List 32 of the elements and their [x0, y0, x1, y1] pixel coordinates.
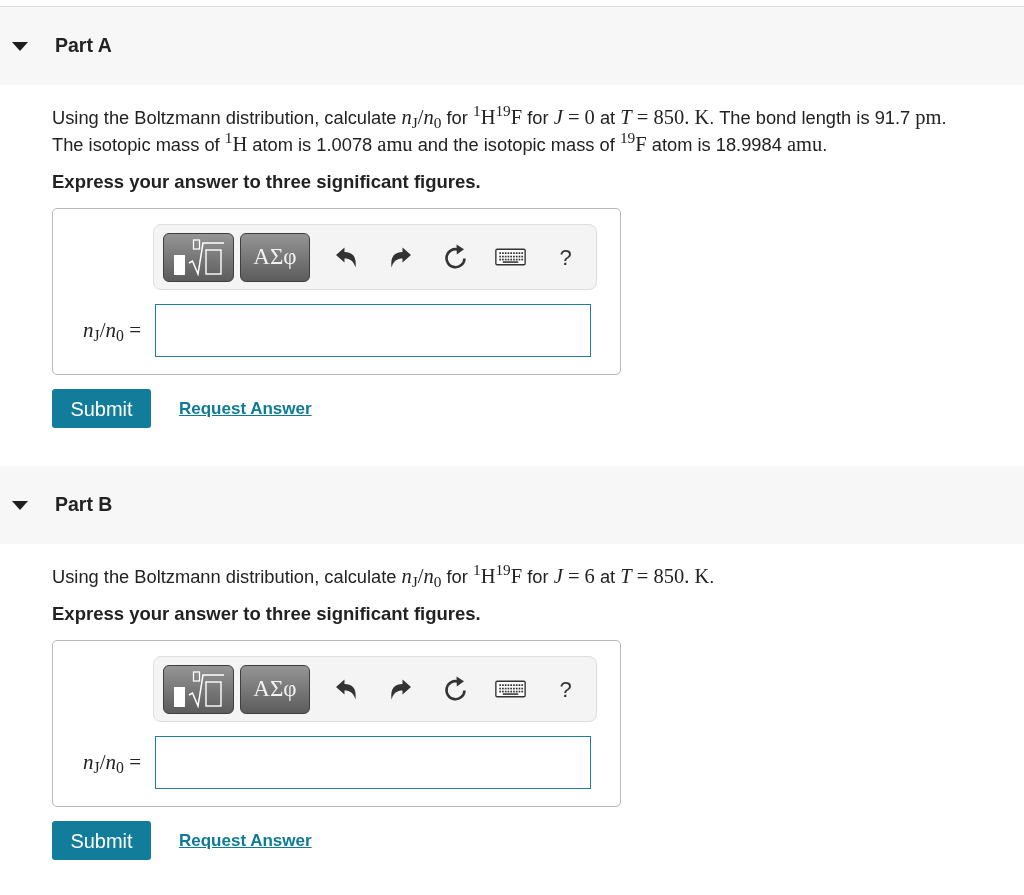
root-template-icon	[172, 670, 225, 708]
keyboard-icon[interactable]	[495, 248, 526, 266]
greek-symbols-button[interactable]: ΑΣφ	[240, 232, 310, 282]
request-answer-link[interactable]: Request Answer	[179, 827, 312, 854]
redo-icon[interactable]	[389, 246, 412, 268]
question-text: Using the Boltzmann distribution, calculate n$_{J}$/n$_{0}$ for $^{1}$H$^{19}$F for J = 0 at T = 850. K. The bond length is 91.7 pm. The isotopic mass of $^{1}$H atom is 1.0078 amu and the isotopic mass of $^{19}$F atom is 18.9984 amu.	[52, 104, 948, 157]
answer-input[interactable]	[155, 736, 591, 789]
answer-input[interactable]	[155, 304, 591, 357]
undo-icon[interactable]	[334, 246, 357, 268]
help-button[interactable]: ?	[555, 672, 576, 706]
caret-icon[interactable]	[12, 41, 28, 51]
root-template-icon	[172, 238, 225, 276]
undo-icon[interactable]	[334, 678, 357, 700]
question-text: Using the Boltzmann distribution, calculate n$_{J}$/n$_{0}$ for $^{1}$H$^{19}$F for J = 6 at T = 850. K.	[52, 563, 716, 590]
submit-button[interactable]: Submit	[52, 389, 151, 428]
caret-icon[interactable]	[12, 500, 28, 510]
answer-label: n$_{J}$/n$_{0}$ =	[83, 748, 142, 778]
reset-icon[interactable]	[443, 676, 468, 702]
help-button[interactable]: ?	[555, 240, 576, 274]
answer-label: n$_{J}$/n$_{0}$ =	[83, 316, 142, 346]
request-answer-link[interactable]: Request Answer	[179, 395, 312, 422]
part-title: Part A	[55, 33, 112, 59]
submit-button[interactable]: Submit	[52, 821, 151, 860]
reset-icon[interactable]	[443, 244, 468, 270]
redo-icon[interactable]	[389, 678, 412, 700]
instruction-text: Express your answer to three significant figures.	[52, 172, 482, 192]
templates-button[interactable]	[163, 232, 234, 282]
part-title: Part B	[55, 492, 113, 518]
keyboard-icon[interactable]	[495, 680, 526, 698]
greek-symbols-button[interactable]: ΑΣφ	[240, 664, 310, 714]
instruction-text: Express your answer to three significant figures.	[52, 604, 482, 624]
templates-button[interactable]	[163, 664, 234, 714]
